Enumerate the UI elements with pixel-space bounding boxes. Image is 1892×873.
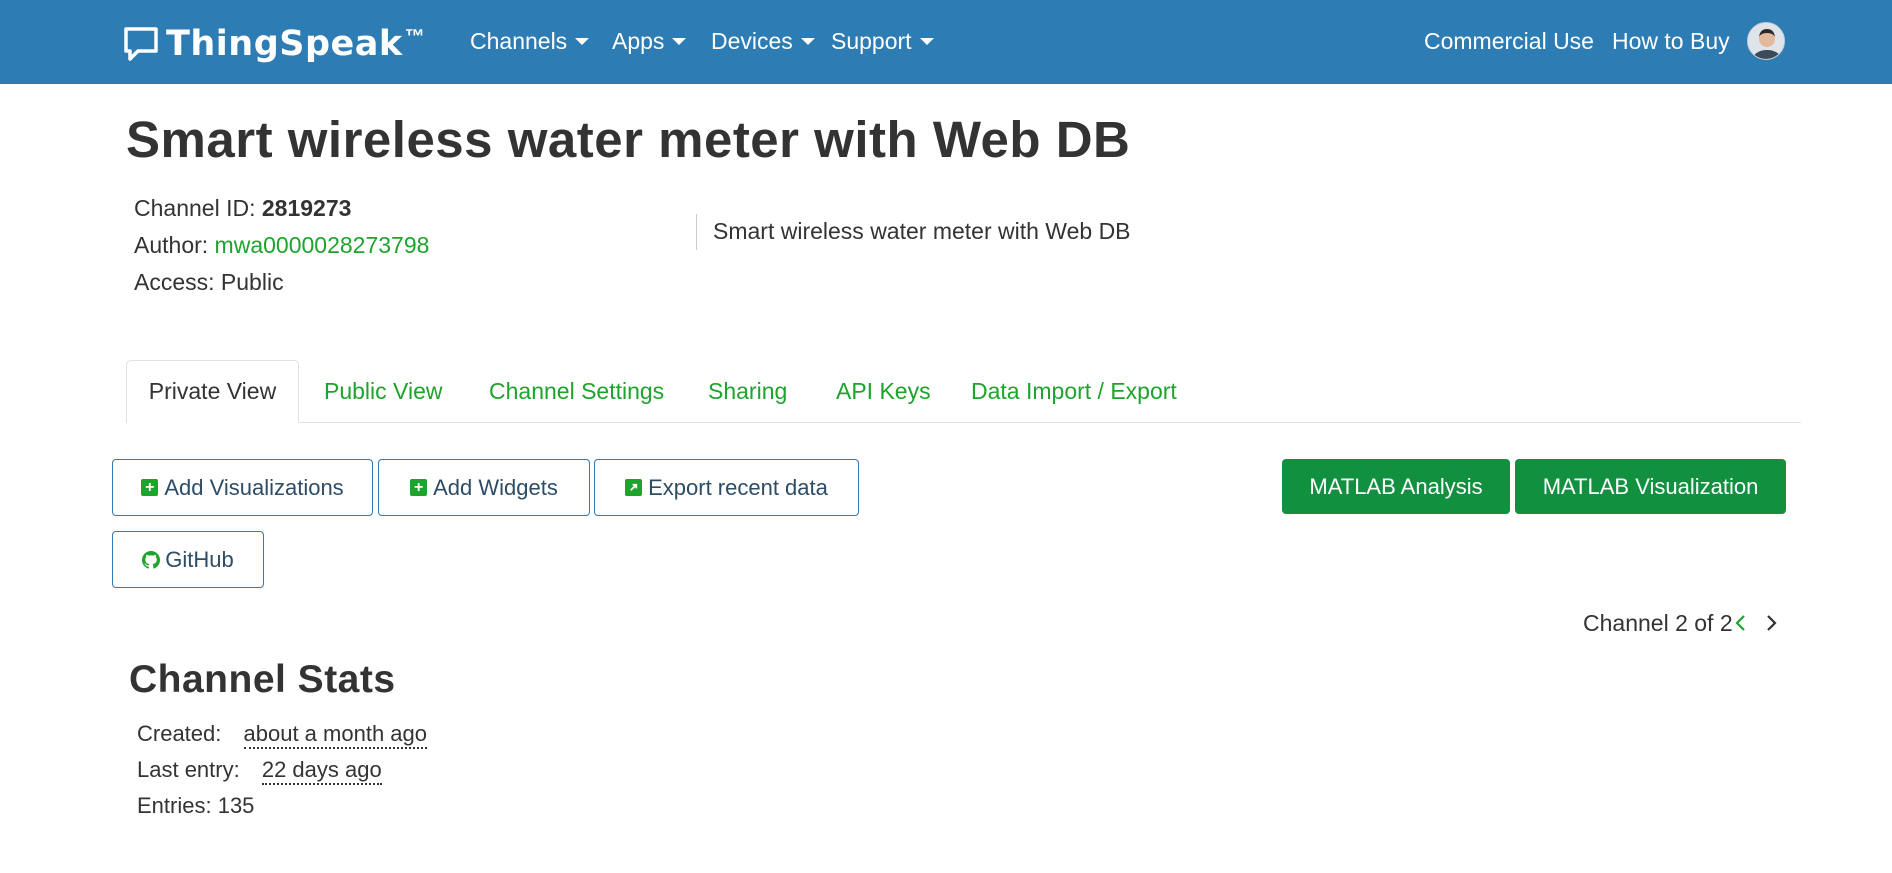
stat-entries-row: Entries: 135 (137, 793, 254, 819)
export-recent-data-label: Export recent data (648, 474, 828, 500)
github-icon (142, 550, 161, 569)
tab-sharing[interactable]: Sharing (708, 360, 787, 423)
stat-created-value: about a month ago (243, 721, 427, 749)
github-button[interactable]: GitHub (112, 531, 264, 588)
avatar-portrait (1748, 23, 1784, 59)
stat-last-entry-label: Last entry: (137, 757, 240, 782)
chevron-left-icon[interactable] (1732, 612, 1750, 634)
nav-menu-support[interactable]: Support (831, 24, 934, 58)
description-divider (696, 214, 697, 250)
channel-id-label: Channel ID: (134, 195, 262, 221)
user-avatar-icon[interactable] (1747, 22, 1785, 60)
tab-api-keys[interactable]: API Keys (836, 360, 931, 423)
author-label: Author: (134, 232, 215, 258)
tab-data-import-export[interactable]: Data Import / Export (971, 360, 1177, 423)
nav-link-how-to-buy[interactable]: How to Buy (1612, 24, 1730, 58)
brand-logo-link[interactable]: ThingSpeak ™ (122, 22, 425, 66)
stat-created-label: Created: (137, 721, 222, 746)
channel-stats-title: Channel Stats (129, 658, 396, 701)
nav-link-commercial-use[interactable]: Commercial Use (1424, 24, 1594, 58)
nav-menu-apps[interactable]: Apps (612, 24, 687, 58)
channel-description: Smart wireless water meter with Web DB (713, 218, 1131, 244)
stat-last-entry-value: 22 days ago (261, 757, 382, 785)
channel-title: Smart wireless water meter with Web DB (126, 111, 1131, 168)
external-link-icon (625, 479, 643, 496)
author-link[interactable]: mwa0000028273798 (215, 232, 430, 258)
nav-menu-label: Apps (612, 27, 665, 54)
caret-down-icon (672, 37, 687, 45)
thingspeak-logo-icon (124, 27, 158, 61)
stat-entries-label: Entries: (137, 793, 218, 818)
brand-name: ThingSpeak (166, 24, 403, 64)
caret-down-icon (919, 37, 934, 45)
nav-menu-label: Channels (470, 27, 568, 54)
top-navbar: ThingSpeak ™ Channels Apps Devices Suppo… (0, 0, 1892, 84)
caret-down-icon (575, 37, 590, 45)
nav-menu-label: Devices (711, 27, 793, 54)
brand-trademark: ™ (404, 26, 425, 48)
tab-public-view[interactable]: Public View (324, 360, 442, 423)
plus-square-icon: + (141, 479, 159, 496)
add-widgets-button[interactable]: + Add Widgets (378, 459, 590, 516)
nav-menu-label: Support (831, 27, 912, 54)
matlab-analysis-button[interactable]: MATLAB Analysis (1282, 459, 1510, 514)
access-value: Public (220, 269, 284, 295)
add-widgets-label: Add Widgets (433, 474, 558, 500)
stat-entries-value: 135 (217, 793, 255, 818)
add-visualizations-label: Add Visualizations (164, 474, 344, 500)
channel-pager-text: Channel 2 of 2 (1583, 610, 1733, 636)
add-visualizations-button[interactable]: + Add Visualizations (112, 459, 373, 516)
tab-channel-settings[interactable]: Channel Settings (489, 360, 664, 423)
stat-last-entry-row: Last entry: 22 days ago (137, 757, 382, 785)
nav-menu-devices[interactable]: Devices (711, 24, 815, 58)
channel-id-row: Channel ID: 2819273 (134, 195, 351, 222)
plus-square-icon: + (410, 479, 428, 496)
channel-author-row: Author: mwa0000028273798 (134, 232, 429, 259)
github-label: GitHub (165, 546, 234, 572)
access-label: Access: (134, 269, 221, 295)
matlab-visualization-button[interactable]: MATLAB Visualization (1515, 459, 1786, 514)
nav-menu-channels[interactable]: Channels (470, 24, 590, 58)
channel-id-value: 2819273 (261, 195, 352, 221)
tab-private-view[interactable]: Private View (126, 360, 299, 423)
channel-access-row: Access: Public (134, 269, 284, 296)
chevron-right-icon[interactable] (1762, 612, 1780, 634)
caret-down-icon (800, 37, 815, 45)
stat-created-row: Created: about a month ago (137, 721, 427, 749)
export-recent-data-button[interactable]: Export recent data (594, 459, 859, 516)
